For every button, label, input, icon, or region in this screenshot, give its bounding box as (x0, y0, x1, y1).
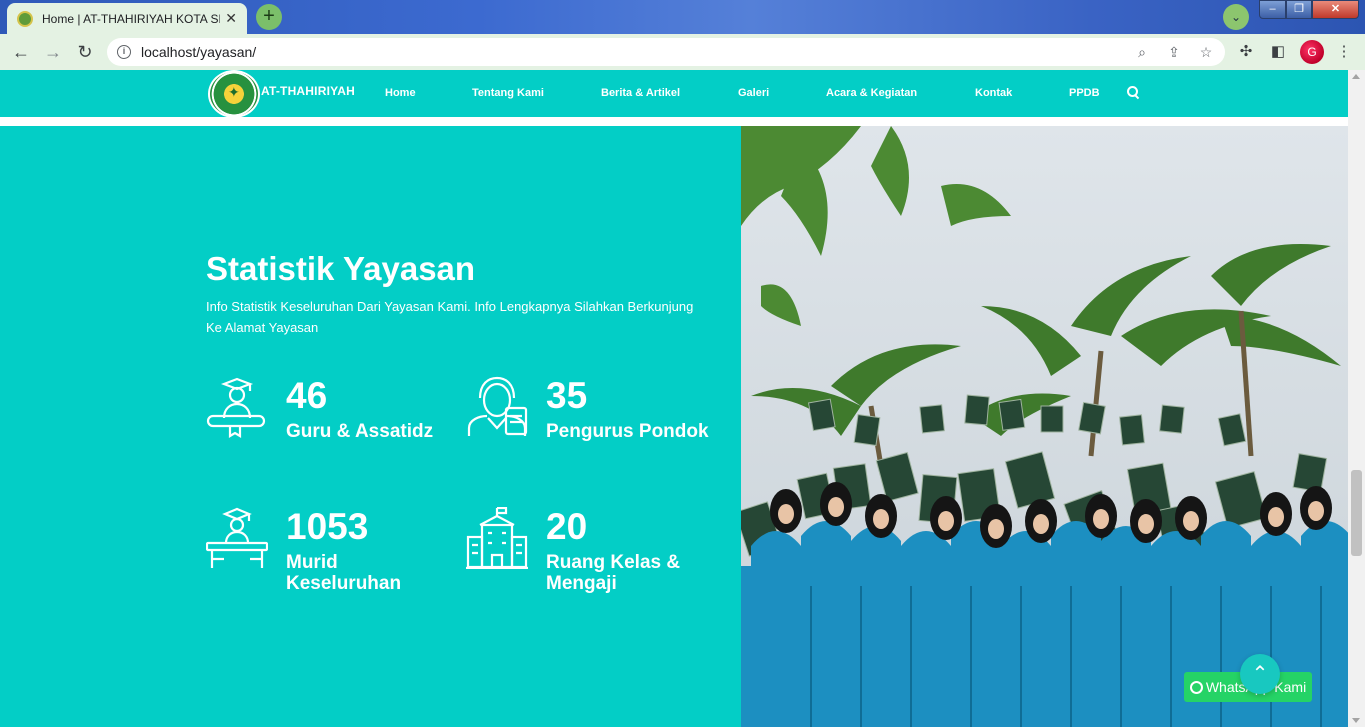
whatsapp-icon (1189, 681, 1203, 694)
tab-search-button[interactable]: ⌄ (1223, 4, 1249, 30)
reload-icon[interactable]: ↻ (73, 40, 97, 64)
stat-label: Ruang Kelas & Mengaji (546, 552, 681, 594)
nav-divider (0, 117, 1348, 126)
bookmark-star-icon[interactable]: ☆ (1197, 43, 1215, 61)
extensions-puzzle-icon[interactable]: ✣ (1235, 41, 1257, 63)
nav-ppdb[interactable]: PPDB (1069, 87, 1100, 99)
zoom-icon[interactable]: ⌕ (1133, 43, 1151, 61)
profile-avatar[interactable]: G (1300, 40, 1324, 64)
brand-name[interactable]: AT-THAHIRIYAH (261, 84, 355, 98)
stat-label: Pengurus Pondok (546, 421, 709, 442)
close-window-button[interactable]: ✕ (1312, 0, 1359, 19)
stats-description: Info Statistik Keseluruhan Dari Yayasan … (206, 299, 694, 335)
stats-title: Statistik Yayasan (206, 250, 476, 287)
more-menu-icon[interactable]: ⋮ (1333, 41, 1355, 63)
site-favicon-icon (17, 10, 33, 27)
nav-acara-kegiatan[interactable]: Acara & Kegiatan (826, 87, 917, 99)
nav-home[interactable]: Home (385, 87, 416, 99)
minimize-window-button[interactable]: – (1259, 0, 1286, 19)
page-scrollbar[interactable] (1348, 70, 1365, 727)
stat-value: 46 (286, 375, 328, 416)
stat-value: 20 (546, 506, 588, 547)
browser-tab[interactable]: Home | AT-THAHIRIYAH KOTA SE ✕ (7, 3, 247, 34)
stats-section: Statistik Yayasan Info Statistik Keselur… (0, 126, 741, 727)
students-photo (741, 126, 1348, 727)
graduate-icon (206, 377, 266, 438)
nav-berita-artikel[interactable]: Berita & Artikel (601, 87, 680, 99)
page-viewport: ✦ AT-THAHIRIYAH Home Tentang Kami Berita… (0, 70, 1348, 727)
students-photo-image (741, 126, 1348, 727)
stat-value: 35 (546, 375, 588, 416)
maximize-window-button[interactable]: ❐ (1286, 0, 1312, 19)
forward-arrow-icon[interactable]: → (41, 40, 65, 64)
close-tab-icon[interactable]: ✕ (225, 10, 237, 27)
url-text[interactable]: localhost/yayasan/ (141, 44, 256, 60)
scroll-up-arrow-icon[interactable] (1352, 74, 1360, 79)
stat-value: 1053 (286, 506, 369, 547)
staff-icon (467, 376, 528, 436)
chevron-up-icon: ⌃ (1251, 663, 1269, 685)
address-bar[interactable]: i localhost/yayasan/ ⌕ ⇪ ☆ (107, 38, 1225, 66)
site-info-icon[interactable]: i (117, 45, 131, 59)
stat-label: Guru & Assatidz (286, 421, 434, 442)
nav-kontak[interactable]: Kontak (975, 87, 1012, 99)
logo[interactable]: ✦ (208, 70, 260, 118)
scrollbar-thumb[interactable] (1351, 470, 1362, 556)
stat-label: Murid Keseluruhan (286, 552, 402, 594)
side-panel-icon[interactable]: ◧ (1267, 41, 1289, 63)
new-tab-button[interactable]: + (256, 4, 282, 30)
nav-galeri[interactable]: Galeri (738, 87, 769, 99)
tab-title: Home | AT-THAHIRIYAH KOTA SE (42, 11, 220, 26)
nav-tentang-kami[interactable]: Tentang Kami (472, 87, 544, 99)
search-icon[interactable] (1127, 86, 1139, 98)
scroll-down-arrow-icon[interactable] (1352, 718, 1360, 723)
back-to-top-button[interactable]: ⌃ (1240, 654, 1280, 694)
school-building-icon (466, 507, 528, 569)
share-icon[interactable]: ⇪ (1165, 43, 1183, 61)
student-desk-icon (206, 507, 268, 568)
browser-tabstrip: Home | AT-THAHIRIYAH KOTA SE ✕ + ⌄ – ❐ ✕ (0, 0, 1365, 34)
site-navbar: ✦ AT-THAHIRIYAH Home Tentang Kami Berita… (0, 70, 1348, 118)
back-arrow-icon[interactable]: ← (9, 40, 33, 64)
browser-toolbar: ← → ↻ i localhost/yayasan/ ⌕ ⇪ ☆ ✣ ◧ G ⋮ (0, 34, 1365, 70)
